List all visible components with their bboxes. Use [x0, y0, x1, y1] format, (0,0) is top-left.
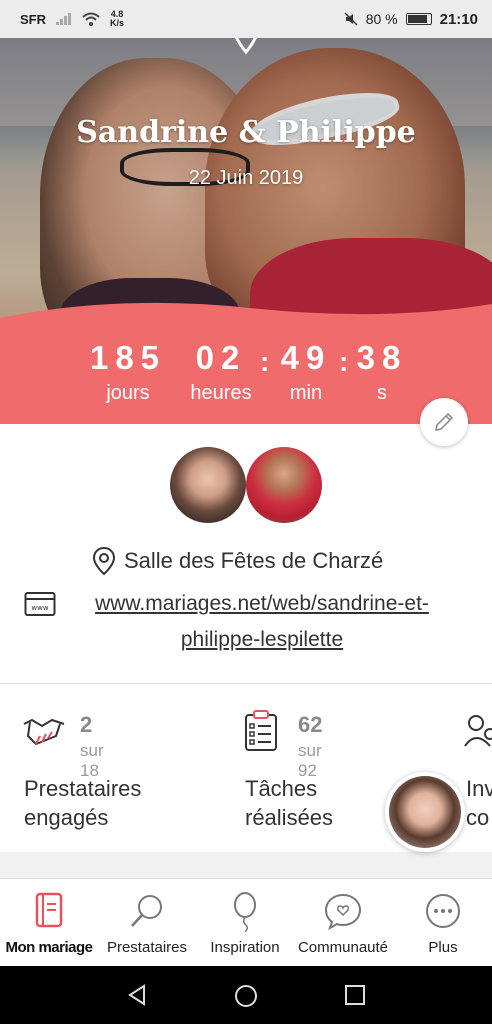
tasks-count: 62	[298, 712, 323, 737]
handshake-icon	[23, 718, 65, 746]
hours-label: heures	[190, 382, 252, 404]
venue-row[interactable]: Salle des Fêtes de Charzé	[92, 544, 383, 578]
guests-label-line-1: Inv	[466, 776, 492, 801]
tasks-label-line-2: réalisées	[245, 805, 334, 830]
seconds-label: s	[377, 382, 387, 404]
time-separator: :	[339, 346, 349, 377]
guests-icon	[464, 715, 492, 747]
days-label: jours	[106, 382, 150, 404]
countdown-days: 185 jours	[82, 340, 174, 406]
couple-names: Sandrine & Philippe	[76, 115, 416, 150]
hours-value: 02	[195, 339, 247, 376]
signal-icon	[56, 13, 71, 25]
minutes-value: 49	[280, 339, 332, 376]
edit-button[interactable]	[420, 398, 468, 446]
battery-percent: 80 %	[365, 11, 398, 27]
website-line-2: philippe-lespilette	[180, 628, 344, 651]
days-value: 185	[89, 339, 167, 376]
tasks-label-line-1: Tâches	[245, 776, 318, 801]
vendors-count: 2	[80, 712, 93, 737]
countdown-seconds: 38 s	[352, 340, 412, 406]
more-icon	[426, 894, 460, 928]
countdown-hours: 02 heures	[186, 340, 256, 406]
nav-label: Prestataires	[106, 939, 188, 956]
nav-label: Plus	[428, 939, 458, 956]
system-navigation-bar	[0, 966, 492, 1024]
balloon-icon	[234, 892, 256, 932]
nav-label: Mon mariage	[5, 939, 93, 956]
wedding-website-link[interactable]: www.mariages.net/web/sandrine-et- philip…	[62, 586, 462, 658]
bride-avatar[interactable]	[170, 447, 246, 523]
battery-icon	[405, 13, 432, 25]
back-icon[interactable]	[126, 984, 148, 1006]
svg-text:www: www	[31, 604, 48, 612]
venue-name: Salle des Fêtes de Charzé	[124, 548, 384, 573]
tasks-label: Tâches réalisées	[245, 774, 333, 832]
website-icon: www	[24, 592, 56, 616]
checklist-icon	[245, 710, 277, 751]
guests-label: Inv co	[466, 774, 492, 832]
nav-label: Communauté	[297, 939, 389, 956]
nav-label: Inspiration	[210, 939, 280, 956]
location-pin-icon	[92, 546, 116, 576]
mute-icon	[344, 12, 358, 26]
chat-heart-icon	[324, 893, 362, 930]
assistant-avatar-button[interactable]	[385, 772, 465, 852]
nav-plus[interactable]: Plus	[394, 879, 492, 967]
seconds-value: 38	[356, 339, 408, 376]
vendors-label-line-1: Prestataires	[24, 776, 142, 801]
status-bar: SFR 4.8 K/s 80 % 21:10	[0, 0, 492, 38]
nav-communaute[interactable]: Communauté	[294, 879, 392, 967]
network-speed: 4.8 K/s	[110, 10, 124, 28]
wedding-date: 22 Juin 2019	[188, 167, 304, 189]
notebook-icon	[35, 892, 63, 928]
carrier-name: SFR	[20, 11, 46, 27]
vendors-label: Prestataires engagés	[24, 774, 141, 832]
nav-mon-mariage[interactable]: Mon mariage	[0, 879, 98, 967]
bottom-navigation: Mon mariage Prestataires Inspiration Com…	[0, 878, 492, 966]
home-icon[interactable]	[234, 984, 258, 1008]
divider	[0, 683, 492, 684]
nav-inspiration[interactable]: Inspiration	[196, 879, 294, 967]
magnifier-icon	[131, 895, 162, 927]
network-speed-unit: K/s	[110, 18, 125, 28]
minutes-label: min	[289, 382, 323, 404]
guests-label-line-2: co	[466, 805, 490, 830]
time-separator: :	[260, 346, 270, 377]
website-line-1: www.mariages.net/web/sandrine-et-	[95, 592, 429, 615]
recents-icon[interactable]	[344, 984, 366, 1006]
wifi-icon	[82, 12, 100, 26]
countdown-minutes: 49 min	[272, 340, 340, 406]
nav-prestataires[interactable]: Prestataires	[98, 879, 196, 967]
clock: 21:10	[439, 10, 478, 28]
groom-avatar[interactable]	[246, 447, 322, 523]
section-separator	[0, 852, 492, 878]
vendors-label-line-2: engagés	[24, 805, 109, 830]
pencil-icon	[435, 412, 454, 431]
